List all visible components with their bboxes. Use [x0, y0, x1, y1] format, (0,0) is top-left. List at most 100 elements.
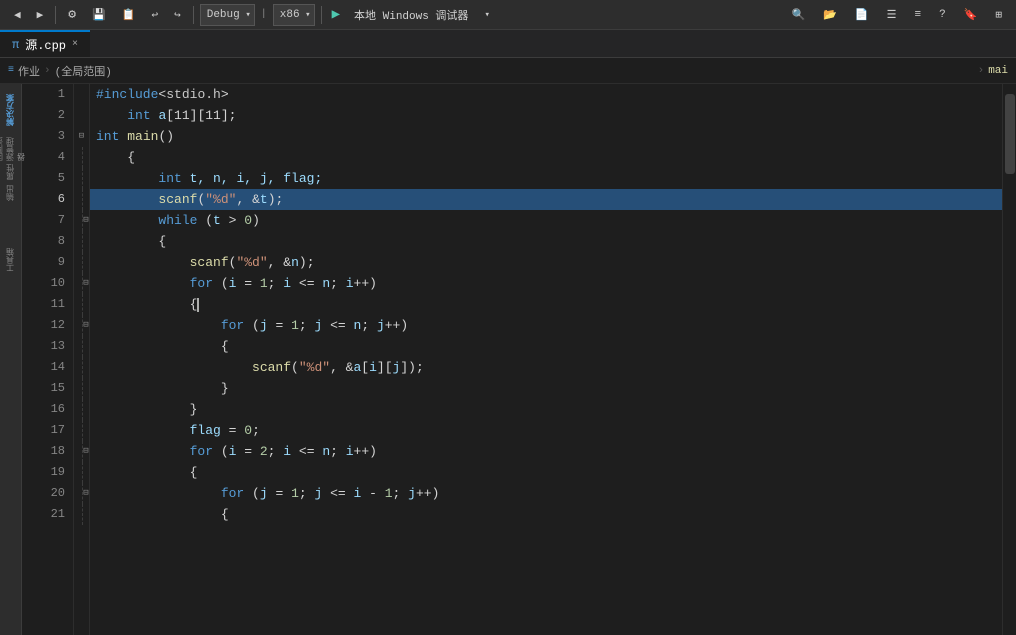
- breadcrumb-work[interactable]: ≡ 作业: [8, 63, 40, 79]
- code-area[interactable]: #include<stdio.h> int a[11][11]; int mai…: [90, 84, 1002, 635]
- code-l15-brace: }: [221, 378, 229, 399]
- toolbar-icon-5[interactable]: ↪: [168, 6, 187, 24]
- code-line-6: scanf("%d", &t);: [90, 189, 1002, 210]
- toolbar-right-icon-3[interactable]: 📄: [849, 6, 875, 24]
- nav-forward-button[interactable]: ▶: [31, 6, 50, 24]
- nav-back-button[interactable]: ◀: [8, 6, 27, 24]
- code-l7-close: ): [252, 210, 260, 231]
- active-tab[interactable]: π 源.cpp ×: [0, 30, 90, 57]
- editor-area: 解决方案 团队资源管理器 属性 输出 工具箱 1 2 3 4 5 6 7 8 9…: [0, 84, 1016, 635]
- code-l18-for: for: [190, 441, 213, 462]
- toolbar-right-icon-2[interactable]: 📂: [817, 6, 843, 24]
- code-l20-indent: [96, 483, 221, 504]
- breadcrumb-scope[interactable]: (全局范围): [55, 63, 112, 79]
- code-l6-indent: [96, 189, 158, 210]
- fold-20[interactable]: ⊟: [82, 483, 89, 504]
- platform-dropdown[interactable]: x86: [273, 4, 315, 26]
- code-l9-str: "%d": [236, 252, 267, 273]
- line-num-8: 8: [22, 231, 65, 252]
- sidebar-icon-3[interactable]: 属性: [2, 162, 20, 182]
- line-num-16: 16: [22, 399, 65, 420]
- toolbar-right-icon-7[interactable]: 🔖: [958, 6, 984, 24]
- code-l7-paren: (: [197, 210, 213, 231]
- code-l12-j2: j: [314, 315, 322, 336]
- scrollbar-thumb[interactable]: [1005, 94, 1015, 174]
- run-button[interactable]: ▶: [328, 6, 344, 23]
- code-l20-1b: 1: [385, 483, 393, 504]
- code-l10-1: 1: [260, 273, 268, 294]
- toolbar-right-icon-8[interactable]: ⊞: [989, 6, 1008, 24]
- toolbar-icon-3[interactable]: 📋: [116, 6, 142, 24]
- code-l18-inc: ++: [354, 441, 370, 462]
- debug-dropdown-label: Debug: [207, 9, 240, 21]
- code-l18-leq: <=: [291, 441, 322, 462]
- line-num-13: 13: [22, 336, 65, 357]
- code-l9-scanf: scanf: [190, 252, 229, 273]
- toolbar-sep-small: |: [259, 9, 269, 20]
- fold-3[interactable]: ⊟: [74, 126, 89, 147]
- line-num-9: 9: [22, 252, 65, 273]
- sidebar-icon-2[interactable]: 团队资源管理器: [2, 131, 20, 161]
- toolbar-right-icon-5[interactable]: ≡: [908, 7, 927, 23]
- fold-18[interactable]: ⊟: [82, 441, 89, 462]
- toolbar-icon-1[interactable]: ⚙: [62, 5, 82, 24]
- debug-dropdown[interactable]: Debug: [200, 4, 255, 26]
- code-l16-indent: [96, 399, 190, 420]
- fold-16: [82, 399, 89, 420]
- toolbar-right-icons: 🔍 📂 📄 ☰ ≡ ? 🔖 ⊞: [785, 6, 1008, 24]
- breadcrumb-function[interactable]: mai: [988, 65, 1008, 77]
- run-label[interactable]: 本地 Windows 调试器: [348, 5, 474, 25]
- breadcrumb-icon: ≡: [8, 65, 14, 76]
- code-l17-semi: ;: [252, 420, 260, 441]
- code-l18-2: 2: [260, 441, 268, 462]
- code-l9-indent: [96, 252, 190, 273]
- code-l18-close: ): [369, 441, 377, 462]
- code-l7-op: >: [221, 210, 244, 231]
- line-num-5: 5: [22, 168, 65, 189]
- fold-5: [82, 168, 89, 189]
- line-num-1: 1: [22, 84, 65, 105]
- tab-close-button[interactable]: ×: [72, 39, 78, 50]
- code-l10-i: i: [229, 273, 237, 294]
- code-l7-t: t: [213, 210, 221, 231]
- code-line-16: }: [90, 399, 1002, 420]
- breadcrumb-label: 作业: [18, 63, 40, 79]
- toolbar-right-icon-1[interactable]: 🔍: [785, 6, 811, 24]
- line-numbers: 1 2 3 4 5 6 7 8 9 10 11 12 13 14 15 16 1…: [22, 84, 74, 635]
- code-l14-close: ]);: [400, 357, 423, 378]
- code-l9-paren: (: [229, 252, 237, 273]
- code-l18-indent: [96, 441, 190, 462]
- code-l20-j2: j: [314, 483, 322, 504]
- fold-14: [82, 357, 89, 378]
- toolbar-separator-3: [321, 6, 322, 24]
- code-l14-idx2: ][: [377, 357, 393, 378]
- code-l15-indent: [96, 378, 221, 399]
- code-include-kw: #include: [96, 84, 158, 105]
- code-l10-paren: (: [213, 273, 229, 294]
- fold-7[interactable]: ⊟: [82, 210, 89, 231]
- code-l20-for: for: [221, 483, 244, 504]
- code-l6-scanf: scanf: [158, 189, 197, 210]
- code-l12-n: n: [354, 315, 362, 336]
- toolbar-icon-4[interactable]: ↩: [145, 6, 164, 24]
- code-l20-leq: <=: [322, 483, 353, 504]
- code-l18-semi: ;: [268, 441, 284, 462]
- run-dropdown-arrow[interactable]: ▾: [478, 8, 495, 22]
- scrollbar[interactable]: [1002, 84, 1016, 635]
- code-l14-str: "%d": [299, 357, 330, 378]
- code-l12-j: j: [260, 315, 268, 336]
- line-num-18: 18: [22, 441, 65, 462]
- sidebar-icon-5[interactable]: 工具箱: [2, 245, 20, 275]
- toolbar-right-icon-6[interactable]: ?: [933, 7, 952, 23]
- code-l14-var: a: [353, 357, 361, 378]
- code-include-bracket: <: [158, 84, 166, 105]
- fold-12[interactable]: ⊟: [82, 315, 89, 336]
- line-num-11: 11: [22, 294, 65, 315]
- code-l21-brace: {: [221, 504, 229, 525]
- sidebar-icon-4[interactable]: 输出: [2, 183, 20, 203]
- toolbar-right-icon-4[interactable]: ☰: [881, 6, 903, 24]
- breadcrumb-separator: ›: [44, 65, 51, 77]
- sidebar-icon-1[interactable]: 解决方案: [2, 90, 20, 130]
- fold-10[interactable]: ⊟: [82, 273, 89, 294]
- toolbar-icon-2[interactable]: 💾: [86, 6, 112, 24]
